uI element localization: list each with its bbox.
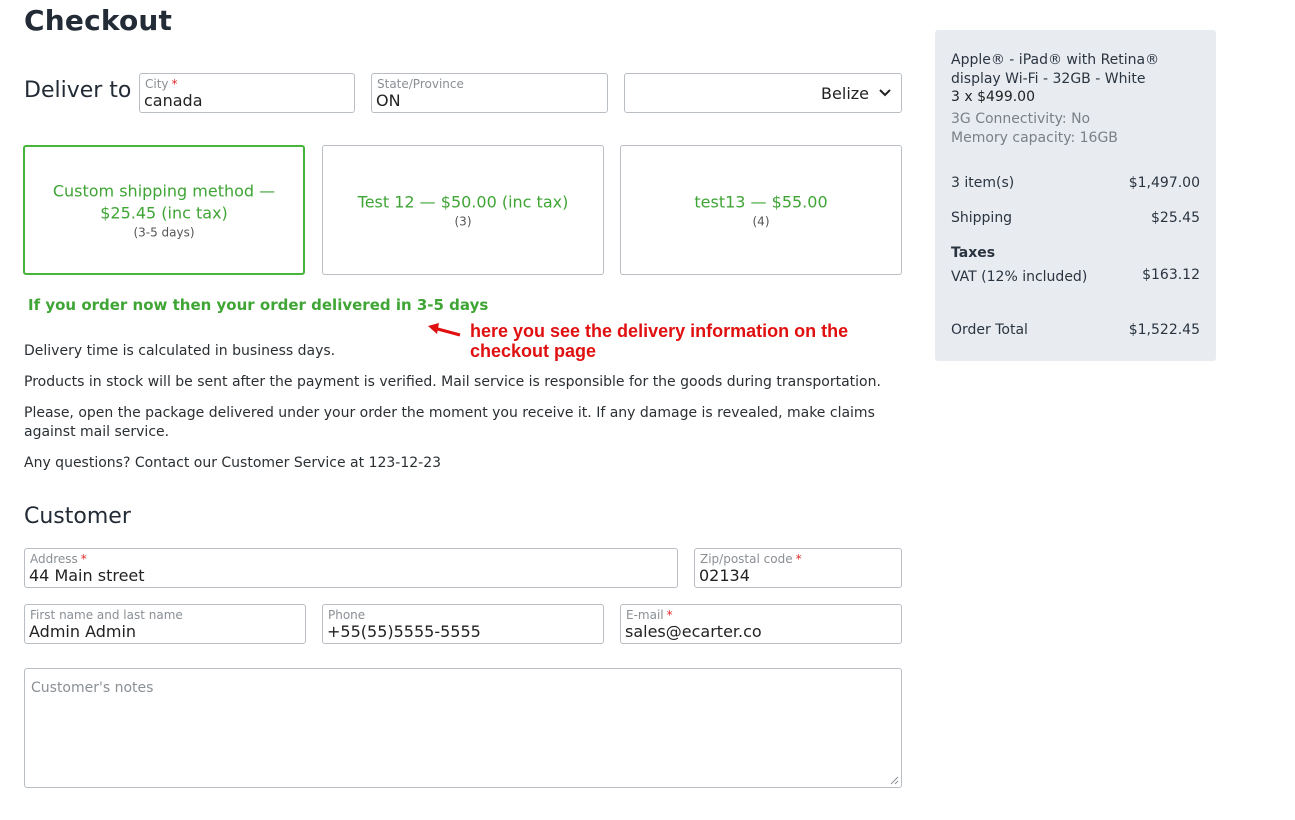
city-field[interactable]: City *	[139, 73, 355, 113]
state-field[interactable]: State/Province	[371, 73, 608, 113]
arrow-left-icon	[428, 323, 461, 337]
address-label: Address *	[30, 552, 87, 566]
shipping-option-test13[interactable]: test13 — $55.00 (4)	[620, 145, 902, 275]
name-input[interactable]	[29, 622, 301, 641]
email-input[interactable]	[625, 622, 897, 641]
shipping-option-test12[interactable]: Test 12 — $50.00 (inc tax) (3)	[322, 145, 604, 275]
shipping-option-title: Custom shipping method — $25.45 (inc tax…	[52, 181, 276, 223]
shipping-row: Shipping $25.45	[951, 210, 1200, 226]
phone-input[interactable]	[327, 622, 599, 641]
delivery-message: If you order now then your order deliver…	[28, 296, 489, 314]
product-quantity-price: 3 x $499.00	[951, 89, 1035, 105]
phone-label: Phone	[328, 608, 366, 622]
city-input[interactable]	[144, 91, 350, 110]
order-summary: Apple® - iPad® with Retina® display Wi-F…	[935, 30, 1216, 361]
info-paragraph: Please, open the package delivered under…	[24, 405, 875, 440]
items-row: 3 item(s) $1,497.00	[951, 175, 1200, 191]
shipping-option-days: (4)	[752, 214, 770, 229]
total-value: $1,522.45	[1128, 322, 1200, 338]
customer-notes-textarea[interactable]: Customer's notes	[24, 668, 902, 788]
shipping-value: $25.45	[1151, 210, 1200, 226]
shipping-option-days: (3)	[454, 214, 472, 229]
page-title: Checkout	[24, 4, 173, 37]
product-option: 3G Connectivity: No	[951, 111, 1091, 127]
shipping-option-custom[interactable]: Custom shipping method — $25.45 (inc tax…	[23, 145, 305, 275]
total-label: Order Total	[951, 322, 1028, 338]
email-field[interactable]: E-mail *	[620, 604, 902, 644]
shipping-option-title: Test 12 — $50.00 (inc tax)	[357, 192, 569, 212]
name-field[interactable]: First name and last name	[24, 604, 306, 644]
info-paragraph: Products in stock will be sent after the…	[24, 374, 881, 390]
customer-heading: Customer	[24, 504, 131, 529]
country-value: Belize	[821, 84, 869, 103]
shipping-option-days: (3-5 days)	[133, 225, 195, 240]
address-input[interactable]	[29, 566, 673, 585]
chevron-down-icon	[879, 89, 891, 97]
info-paragraph: Any questions? Contact our Customer Serv…	[24, 455, 442, 471]
city-label: City *	[145, 77, 178, 91]
notes-placeholder: Customer's notes	[31, 680, 154, 696]
taxes-heading: Taxes	[951, 245, 996, 261]
resize-grip-icon[interactable]	[890, 776, 899, 785]
zip-input[interactable]	[699, 566, 897, 585]
address-field[interactable]: Address *	[24, 548, 678, 588]
vat-row: VAT (12% included) $163.12	[951, 267, 1200, 285]
shipping-label: Shipping	[951, 210, 1013, 226]
product-option: Memory capacity: 16GB	[951, 130, 1118, 146]
items-value: $1,497.00	[1128, 175, 1200, 191]
phone-field[interactable]: Phone	[322, 604, 604, 644]
info-paragraph: Delivery time is calculated in business …	[24, 343, 336, 359]
product-name: Apple® - iPad® with Retina® display Wi-F…	[951, 52, 1160, 87]
state-input[interactable]	[376, 91, 603, 110]
country-select[interactable]: Belize	[624, 73, 902, 113]
shipping-option-title: test13 — $55.00	[694, 192, 828, 212]
state-label: State/Province	[377, 77, 464, 91]
vat-label: VAT (12% included)	[951, 269, 1088, 285]
vat-value: $163.12	[1142, 267, 1200, 283]
items-label: 3 item(s)	[951, 175, 1015, 191]
zip-field[interactable]: Zip/postal code *	[694, 548, 902, 588]
email-label: E-mail *	[626, 608, 673, 622]
total-row: Order Total $1,522.45	[951, 322, 1200, 338]
deliver-to-label: Deliver to	[24, 78, 132, 103]
zip-label: Zip/postal code *	[700, 552, 802, 566]
name-label: First name and last name	[30, 608, 183, 622]
